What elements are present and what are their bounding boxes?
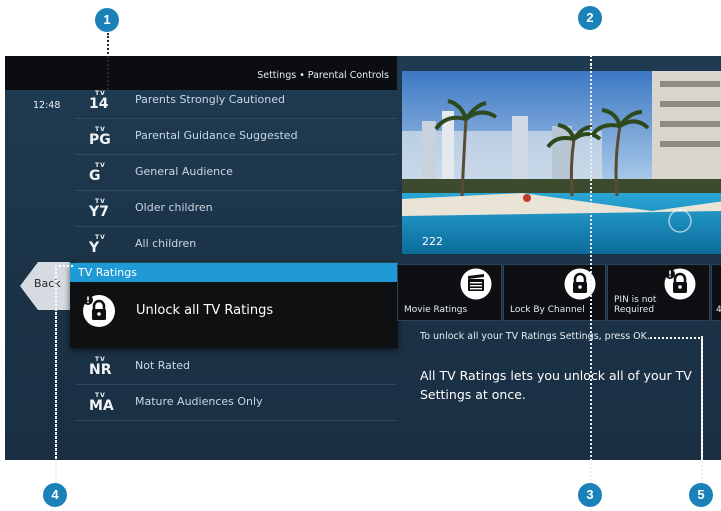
tile-partial[interactable]: 4 (711, 264, 721, 321)
tile-label: Lock By Channel (510, 305, 585, 315)
rating-row-tvy7[interactable]: TV Y7 Older children (75, 191, 397, 227)
tile-label: PIN is not Required (614, 295, 657, 315)
tv-ratings-popup: TV Ratings Unlock all TV Ratings (70, 263, 398, 348)
tvg-rating-icon: TV G (89, 162, 106, 184)
video-preview: 222 (402, 71, 721, 254)
tvma-rating-icon: TV MA (89, 392, 114, 414)
rating-label: Mature Audiences Only (135, 395, 263, 408)
preview-image (402, 71, 721, 254)
callout-5: 5 (689, 483, 713, 507)
callout-4-horizontal-leader (55, 265, 73, 267)
ratings-list-top: TV 14 Parents Strongly Cautioned TV PG Par… (75, 83, 397, 263)
rating-row-tvy[interactable]: TV Y All children (75, 227, 397, 263)
breadcrumb: Settings • Parental Controls (257, 70, 389, 81)
rating-label: Older children (135, 201, 213, 214)
tile-pin-not-required[interactable]: PIN is not Required (607, 264, 710, 321)
rating-row-tvma[interactable]: TV MA Mature Audiences Only (75, 385, 397, 421)
tv14-rating-icon: TV 14 (89, 90, 109, 112)
clock: 12:48 (33, 100, 61, 111)
rating-label: All children (135, 237, 197, 250)
rating-label: Not Rated (135, 359, 190, 372)
rating-label: Parental Guidance Suggested (135, 129, 298, 142)
callout-1: 1 (95, 8, 119, 32)
ratings-list-bottom: TV NR Not Rated TV MA Mature Audiences Onl… (75, 349, 397, 421)
rating-label: Parents Strongly Cautioned (135, 93, 285, 106)
rating-row-tv14[interactable]: TV 14 Parents Strongly Cautioned (75, 83, 397, 119)
unlock-all-button[interactable]: Unlock all TV Ratings (136, 303, 273, 318)
callout-4: 4 (43, 483, 67, 507)
rating-row-tvpg[interactable]: TV PG Parental Guidance Suggested (75, 119, 397, 155)
instruction-text: To unlock all your TV Ratings Settings, … (420, 331, 650, 342)
tvpg-rating-icon: TV PG (89, 126, 111, 148)
tv-screen: Settings • Parental Controls 12:48 TV 14 … (5, 56, 721, 460)
tile-label: 4 (716, 305, 721, 315)
tvnr-rating-icon: TV NR (89, 356, 112, 378)
callout-2: 2 (578, 6, 602, 30)
callout-1-leader (107, 33, 109, 90)
padlock-icon (82, 294, 116, 328)
callout-5-lower-leader (701, 337, 703, 483)
popup-title: TV Ratings (70, 263, 398, 282)
tvy-rating-icon: TV Y (89, 234, 106, 256)
tile-label: Movie Ratings (404, 305, 468, 315)
callout-3: 3 (578, 483, 602, 507)
callout-5-horizontal-leader (650, 337, 700, 339)
callout-4-lower-leader (55, 265, 57, 483)
clapperboard-icon (460, 268, 492, 300)
callout-2-lower-leader (590, 64, 592, 484)
rating-row-tvg[interactable]: TV G General Audience (75, 155, 397, 191)
description-text: All TV Ratings lets you unlock all of yo… (420, 368, 692, 402)
channel-number: 222 (422, 235, 443, 248)
settings-tiles: Movie Ratings Lock By Channel PIN is not… (397, 264, 721, 321)
rating-row-tvnr[interactable]: TV NR Not Rated (75, 349, 397, 385)
tile-movie-ratings[interactable]: Movie Ratings (397, 264, 502, 321)
tvy7-rating-icon: TV Y7 (89, 198, 109, 220)
back-button[interactable]: Back (20, 262, 70, 310)
padlock-icon (664, 268, 696, 300)
rating-label: General Audience (135, 165, 233, 178)
